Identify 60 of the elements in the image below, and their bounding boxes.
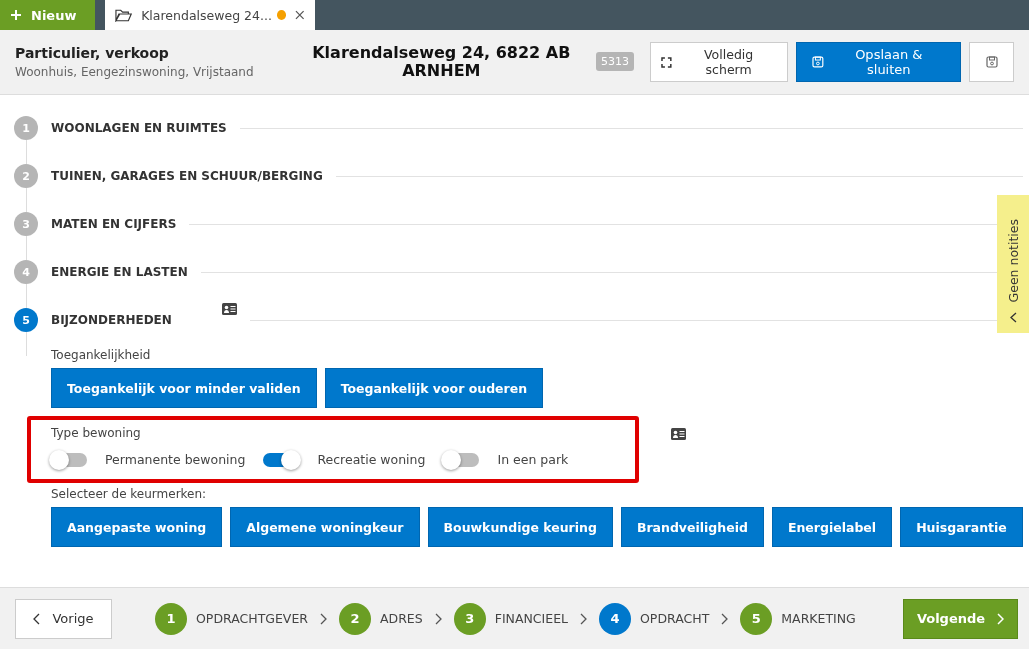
section-number[interactable]: 5: [14, 308, 38, 332]
toggle-switch[interactable]: [51, 452, 87, 467]
option-button[interactable]: Algemene woningkeur: [230, 507, 420, 547]
id-card-icon[interactable]: [671, 428, 686, 440]
close-icon[interactable]: [295, 10, 305, 20]
chevron-left-icon: [33, 612, 41, 625]
step-number[interactable]: 1: [155, 602, 187, 635]
document-tab[interactable]: Klarendalseweg 24...: [105, 0, 315, 30]
field-label: Toegankelijkheid: [51, 348, 152, 362]
option-button[interactable]: Energielabel: [771, 507, 893, 547]
object-type-title: Particulier, verkoop: [15, 45, 170, 61]
address-title: Klarendalseweg 24, 6822 AB ARNHEM: [311, 44, 572, 80]
fullscreen-icon: [661, 56, 672, 68]
chevron-icon: [1009, 312, 1017, 323]
chevron-right-icon: [320, 612, 327, 625]
toggle-switch[interactable]: [443, 452, 480, 467]
notes-tab[interactable]: Geen notities: [997, 195, 1029, 333]
plus-icon: [10, 9, 22, 21]
id-badge: 5313: [596, 52, 635, 71]
section-title[interactable]: TUINEN, GARAGES EN SCHUUR/BERGING: [51, 169, 323, 183]
option-button[interactable]: Brandveiligheid: [620, 507, 764, 547]
field-label: Selecteer de keurmerken:: [51, 487, 208, 501]
toggle-switch[interactable]: [263, 452, 300, 467]
step-number[interactable]: 2: [339, 602, 371, 635]
step-number[interactable]: 4: [599, 602, 631, 635]
option-button[interactable]: Toegankelijk voor ouderen: [324, 368, 544, 408]
previous-button[interactable]: Vorige: [15, 598, 112, 639]
step-label[interactable]: FINANCIEEL: [494, 611, 568, 626]
step-number[interactable]: 5: [740, 602, 773, 635]
fullscreen-button[interactable]: Volledig scherm: [650, 42, 789, 82]
chevron-right-icon: [721, 612, 729, 625]
chevron-right-icon: [434, 612, 442, 625]
save-icon: [812, 56, 825, 68]
section-title[interactable]: BIJZONDERHEDEN: [51, 313, 172, 327]
section-title[interactable]: ENERGIE EN LASTEN: [51, 265, 188, 279]
option-button[interactable]: Huisgarantie: [900, 507, 1023, 547]
toggle-label: Recreatie woning: [317, 452, 426, 467]
option-button[interactable]: Toegankelijk voor minder validen: [51, 368, 317, 408]
step-label[interactable]: ADRES: [380, 611, 423, 626]
option-button[interactable]: Bouwkundige keuring: [427, 507, 613, 547]
chevron-right-icon: [580, 612, 587, 625]
folder-icon: [115, 8, 133, 22]
section-title[interactable]: WOONLAGEN EN RUIMTES: [51, 121, 227, 135]
step-number[interactable]: 3: [453, 602, 486, 635]
option-button[interactable]: Aangepaste woning: [51, 507, 223, 547]
toggle-label: In een park: [497, 452, 569, 467]
section-title[interactable]: MATEN EN CIJFERS: [51, 217, 177, 231]
field-label: Type bewoning: [51, 426, 142, 440]
save-button[interactable]: [969, 42, 1014, 82]
chevron-right-icon: [997, 612, 1005, 625]
next-button[interactable]: Volgende: [903, 598, 1018, 639]
id-card-icon[interactable]: [221, 303, 237, 315]
step-label[interactable]: OPDRACHT: [640, 611, 710, 626]
step-label[interactable]: OPDRACHTGEVER: [196, 611, 308, 626]
object-subtitle: Woonhuis, Eengezinswoning, Vrijstaand: [15, 65, 255, 79]
save-icon: [985, 56, 998, 68]
toggle-label: Permanente bewoning: [105, 452, 246, 467]
step-label[interactable]: MARKETING: [781, 611, 856, 626]
save-close-button[interactable]: Opslaan & sluiten: [796, 42, 962, 82]
new-button[interactable]: Nieuw: [0, 0, 95, 30]
